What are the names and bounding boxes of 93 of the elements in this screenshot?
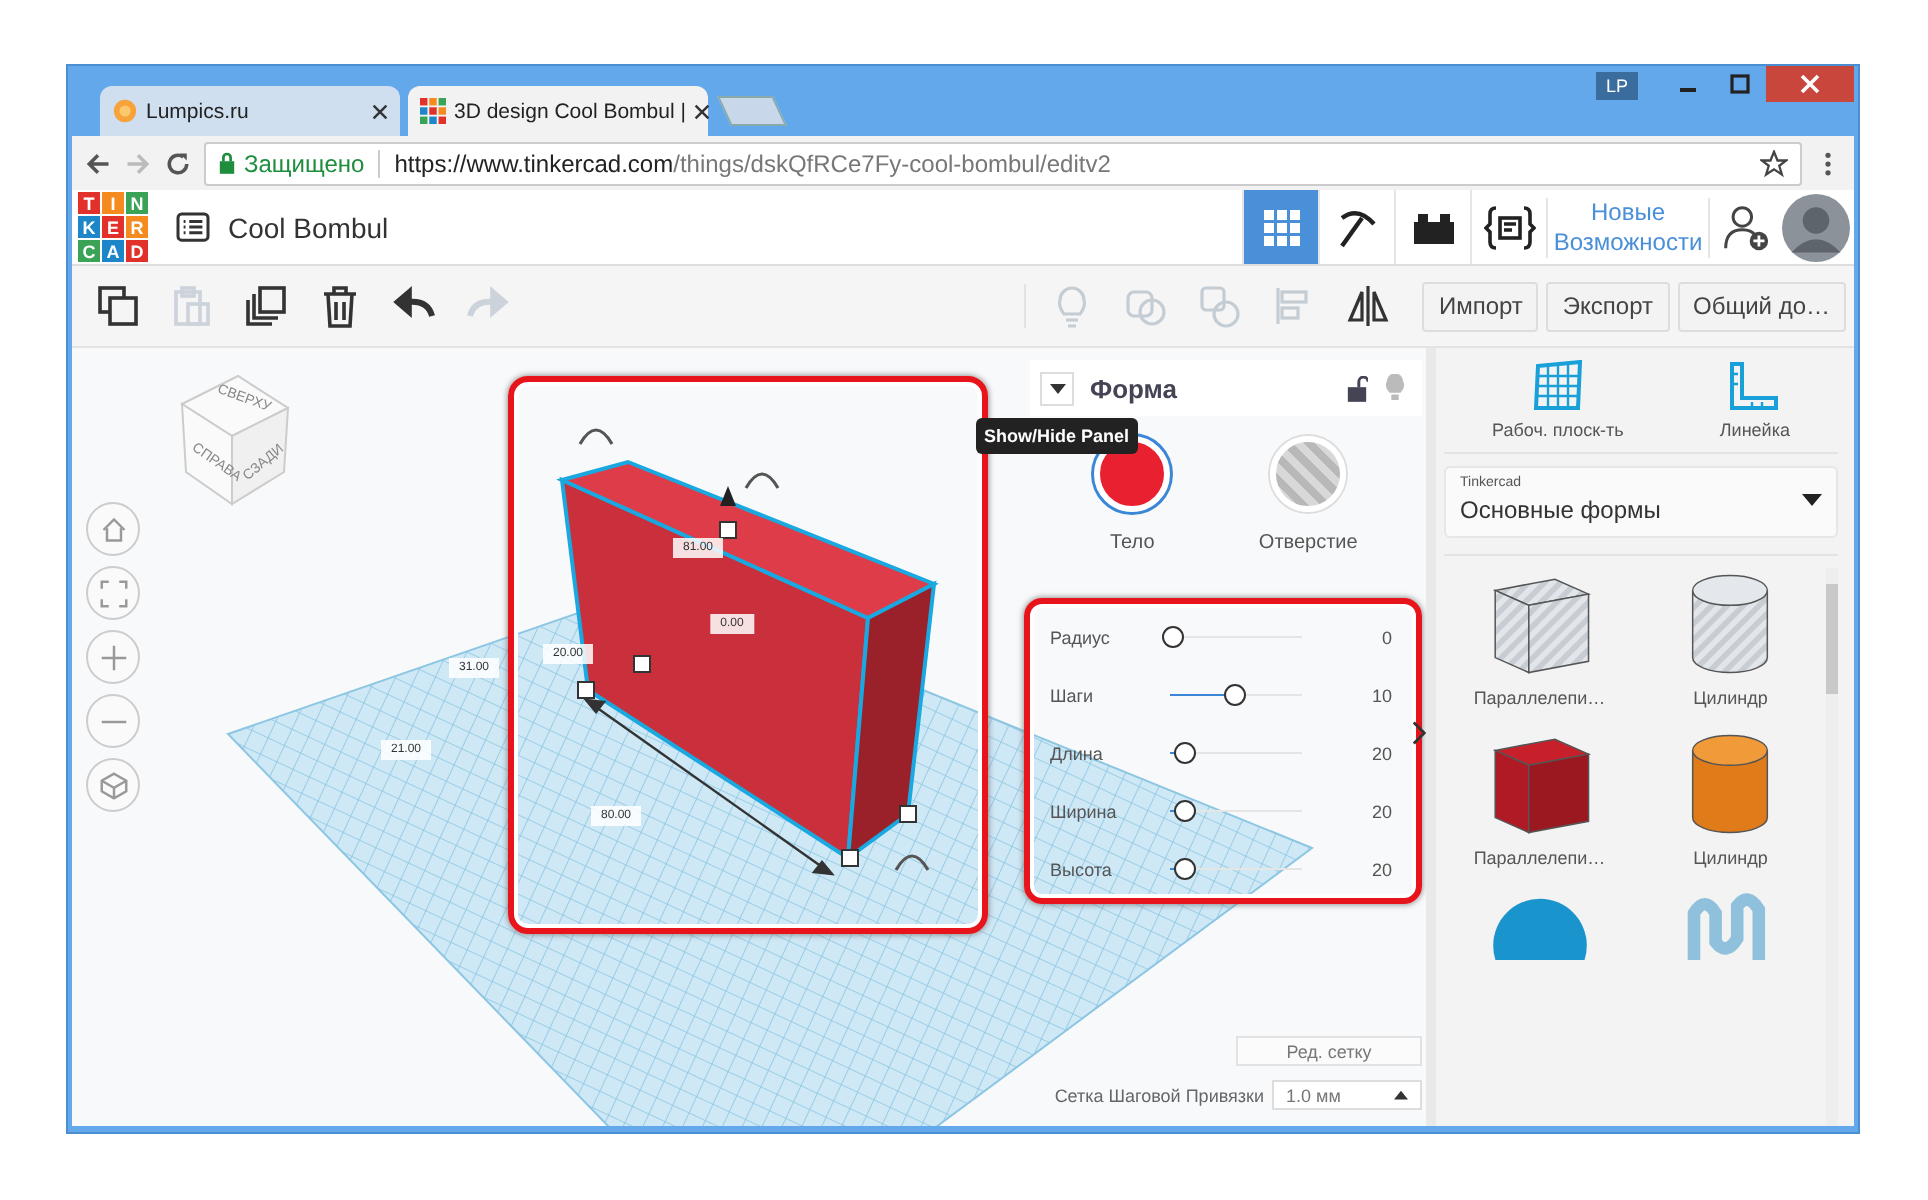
slider-thumb[interactable] — [1224, 684, 1247, 706]
logo-letter-tile[interactable]: E — [102, 216, 124, 238]
profile-badge[interactable]: LP — [1595, 72, 1638, 100]
shape-label: Цилиндр — [1693, 688, 1768, 708]
brick-icon — [1411, 209, 1455, 245]
duplicate-button[interactable] — [244, 284, 288, 328]
material-label: Тело — [1109, 532, 1155, 554]
design-title[interactable]: Cool Bombul — [228, 211, 389, 243]
tab-title: 3D design Cool Bombul | — [454, 99, 686, 123]
tooltip: Show/Hide Panel — [976, 418, 1138, 454]
shape-label: Параллелепи… — [1473, 848, 1606, 868]
unlocked-lock-icon[interactable] — [1346, 375, 1368, 401]
minimize-icon — [1678, 88, 1698, 92]
param-value: 20 — [1369, 859, 1392, 879]
pickaxe-icon — [1335, 205, 1379, 249]
plus-icon — [99, 643, 127, 671]
param-label: Длина — [1050, 743, 1105, 763]
resize-handle[interactable] — [633, 655, 651, 673]
tab-title: Lumpics.ru — [146, 99, 251, 123]
resize-handle[interactable] — [899, 805, 917, 823]
material-label: Отверстие — [1258, 532, 1358, 554]
add-user-icon[interactable] — [1722, 203, 1770, 251]
caret-icon — [1394, 1090, 1408, 1100]
grid-icon — [1261, 207, 1301, 247]
shape-label: Цилиндр — [1693, 848, 1768, 868]
panel-toggle-button[interactable] — [1040, 371, 1074, 405]
view-cube-drawing[interactable] — [179, 374, 291, 506]
copy-button[interactable] — [96, 284, 140, 328]
logo-letter-tile[interactable]: D — [126, 240, 148, 262]
inspector-title: Форма — [1090, 373, 1177, 403]
workplane-tool[interactable]: Рабоч. плоск-ть — [1492, 360, 1624, 440]
param-label: Радиус — [1050, 627, 1112, 647]
delete-button[interactable] — [318, 284, 362, 328]
logo-letter-tile[interactable]: T — [78, 192, 100, 214]
perspective-button[interactable] — [86, 758, 140, 812]
mirror-button[interactable] — [1346, 284, 1391, 328]
resize-handle[interactable] — [841, 849, 859, 867]
ruler-icon — [1728, 360, 1781, 412]
snap-grid-label: Сетка Шаговой Привязки — [1054, 1085, 1264, 1105]
snap-grid-select[interactable]: 1.0 мм — [1272, 1080, 1422, 1110]
chevron-right-icon[interactable] — [1412, 720, 1426, 746]
fit-view-icon — [99, 579, 127, 607]
grid-logo-icon — [420, 98, 446, 124]
address-field[interactable]: Защищено https://www.tinkercad.com/things/dskQfRCe7Fy-cool-bombul/editv2 — [204, 141, 1802, 185]
minus-icon — [99, 719, 127, 723]
slider-thumb[interactable] — [1174, 858, 1197, 880]
param-value: 0 — [1379, 627, 1392, 647]
slider-thumb[interactable] — [1161, 626, 1183, 648]
slider-thumb[interactable] — [1174, 800, 1197, 822]
edit-grid-button[interactable]: Ред. сетку — [1236, 1036, 1422, 1066]
param-value: 10 — [1369, 685, 1392, 705]
close-icon — [1800, 74, 1820, 94]
zoom-in-button[interactable] — [86, 630, 140, 684]
flower-icon — [112, 98, 138, 124]
close-button[interactable] — [1766, 66, 1854, 102]
toolbar-action-button[interactable]: Общий до… — [1677, 281, 1846, 331]
lock-icon — [218, 152, 236, 174]
param-value: 20 — [1369, 743, 1392, 763]
param-label: Шаги — [1050, 685, 1096, 705]
logo-letter-tile[interactable]: A — [102, 240, 124, 262]
reload-icon[interactable] — [164, 149, 192, 177]
close-icon[interactable] — [372, 103, 388, 119]
cube-icon — [99, 771, 127, 799]
back-icon[interactable] — [84, 149, 112, 177]
grid-icon — [1531, 360, 1584, 412]
home-icon — [99, 515, 127, 543]
toolbar-action-button[interactable]: Экспорт — [1546, 281, 1669, 331]
caret-icon — [1802, 494, 1822, 506]
browser-tab[interactable]: Lumpics.ru — [100, 86, 400, 136]
close-icon[interactable] — [693, 103, 710, 119]
home-button[interactable] — [86, 502, 140, 556]
caret-icon — [1049, 383, 1065, 393]
resize-handle[interactable] — [719, 521, 737, 539]
toolbar-action-button[interactable]: Импорт — [1422, 281, 1539, 331]
param-value: 20 — [1369, 801, 1392, 821]
code-blocks-icon — [1483, 205, 1535, 249]
logo-letter-tile[interactable]: K — [78, 216, 100, 238]
maximize-icon — [1730, 74, 1750, 94]
param-label: Высота — [1050, 859, 1114, 879]
star-icon[interactable] — [1760, 149, 1788, 177]
avatar[interactable] — [1782, 193, 1850, 261]
material-swatch[interactable] — [1270, 436, 1347, 512]
browser-tab[interactable]: 3D design Cool Bombul | — [408, 86, 708, 136]
cone-icon[interactable] — [720, 486, 736, 506]
material-option[interactable]: Отверстие — [1258, 436, 1358, 554]
scrollbar[interactable] — [1826, 568, 1838, 1126]
resize-handle[interactable] — [577, 681, 595, 699]
slider-thumb[interactable] — [1174, 742, 1197, 764]
ruler-tool[interactable]: Линейка — [1719, 360, 1790, 440]
list-icon[interactable] — [176, 212, 210, 242]
param-label: Ширина — [1050, 801, 1119, 821]
fit-button[interactable] — [86, 566, 140, 620]
shape-label: Параллелепи… — [1473, 688, 1606, 708]
